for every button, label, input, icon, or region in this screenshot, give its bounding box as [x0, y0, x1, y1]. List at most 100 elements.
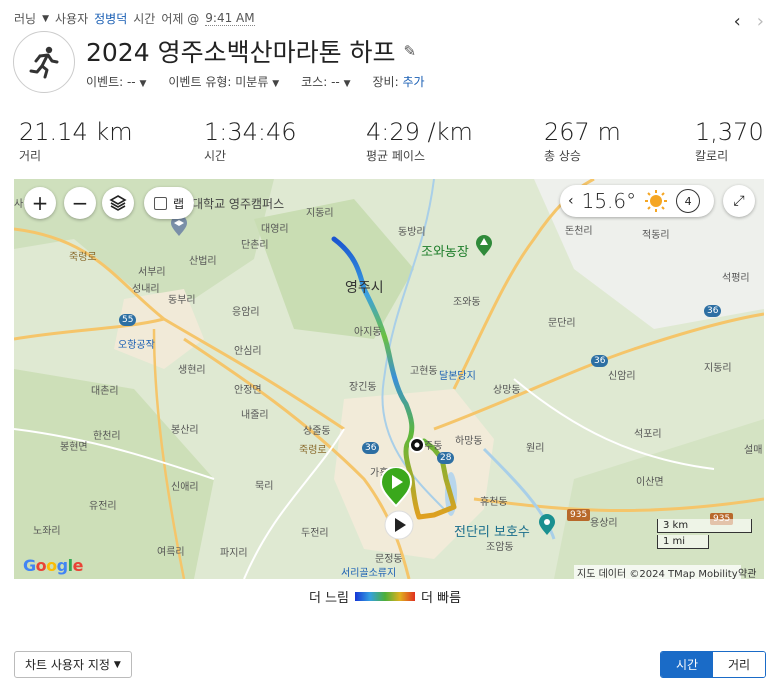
stat-label: 총 상승: [544, 149, 581, 163]
map-label: 신애리: [171, 482, 199, 493]
map-label: 대학교 영주캠퍼스: [192, 197, 285, 211]
map-label: 아지동: [354, 327, 382, 338]
map-terms-link[interactable]: 약관: [738, 565, 756, 579]
chevron-left-icon[interactable]: ‹: [568, 193, 574, 209]
road-shield: 36: [704, 305, 722, 317]
map-label: 서부리: [138, 267, 166, 278]
pencil-icon[interactable]: ✎: [404, 42, 417, 60]
start-marker-icon[interactable]: [379, 467, 413, 507]
chevron-down-icon[interactable]: ▼: [42, 14, 49, 24]
map-label: 동부리: [168, 295, 196, 306]
legend-fast: 더 빠름: [421, 591, 462, 606]
chevron-down-icon: ▼: [343, 79, 351, 89]
course-selector[interactable]: 코스: -- ▼: [301, 73, 350, 90]
map-label: 돈천리: [565, 226, 593, 237]
toggle-distance[interactable]: 거리: [713, 652, 765, 677]
chart-axis-toggle[interactable]: 시간 거리: [660, 651, 766, 678]
activity-navigation: ‹ ›: [734, 11, 764, 32]
attraction-icon[interactable]: [538, 514, 556, 536]
weather-widget[interactable]: ‹ 15.6° 4: [560, 185, 714, 217]
activity-date: 어제 @: [161, 12, 200, 26]
map-label: 문정동: [375, 554, 403, 565]
runner-icon: [29, 46, 59, 79]
lap-checkbox[interactable]: [154, 196, 167, 210]
map-label: 신암리: [608, 371, 636, 382]
chevron-down-icon: ▼: [139, 79, 147, 89]
map-label: 파지리: [220, 548, 248, 559]
map-label: 주동: [424, 441, 443, 452]
user-name-link[interactable]: 정병덕: [94, 10, 127, 27]
user-prefix: 사용자: [55, 12, 89, 26]
stat-calories: 1,370 칼로리: [695, 118, 764, 164]
map-label: 여륵리: [157, 547, 185, 558]
map-label: 동방리: [398, 227, 426, 238]
map-label-city: 영주시: [345, 280, 384, 296]
stats-row: 21.14 km 거리 1:34:46 시간 4:29 /km 평균 페이스 2…: [0, 118, 782, 170]
lap-toggle[interactable]: 랩: [144, 187, 195, 219]
map-label: 한천리: [93, 431, 121, 442]
temperature-value: 15.6°: [581, 189, 637, 213]
lap-label: 랩: [173, 196, 185, 211]
map-label: 단촌리: [241, 240, 269, 251]
map-label: 유전리: [89, 501, 117, 512]
map-label: 노좌리: [33, 526, 61, 537]
play-button-icon[interactable]: [384, 510, 414, 540]
sun-icon: [645, 190, 668, 212]
map-label: 응암리: [232, 307, 260, 318]
layers-icon[interactable]: [102, 187, 134, 219]
map-label: 조와동: [453, 297, 481, 308]
toggle-time[interactable]: 시간: [661, 652, 713, 677]
map-label: 봉산리: [171, 425, 199, 436]
park-icon[interactable]: [475, 235, 493, 257]
activity-type-label[interactable]: 러닝: [14, 10, 36, 27]
map-label: 생현리: [178, 365, 206, 376]
gear-field: 장비: 추가: [372, 75, 425, 89]
finish-marker-icon[interactable]: [409, 437, 425, 453]
map-label: 장긴동: [349, 382, 377, 393]
route-map[interactable]: 사리 대학교 영주캠퍼스 지동리 동방리 조와농장 대영리 단촌리 산법리 서부…: [14, 179, 764, 579]
google-logo: Google: [23, 556, 83, 575]
stat-label: 시간: [204, 149, 227, 163]
time-prefix: 시간: [133, 12, 156, 26]
map-label: 하망동: [455, 436, 483, 447]
road-shield: 935: [567, 509, 591, 521]
map-label: 용상리: [590, 518, 618, 529]
map-label: 내줄리: [241, 410, 269, 421]
customize-chart-button[interactable]: 차트 사용자 지정 ▼: [14, 651, 132, 678]
map-label: 석포리: [634, 429, 662, 440]
event-selector[interactable]: 이벤트: -- ▼: [86, 73, 146, 90]
map-label: 휴천동: [480, 497, 508, 508]
chevron-down-icon: ▼: [272, 79, 280, 89]
stat-distance: 21.14 km 거리: [19, 118, 133, 164]
previous-activity-icon[interactable]: ‹: [734, 11, 741, 32]
map-label: 오항공작: [118, 340, 155, 351]
map-label: 두전리: [301, 528, 329, 539]
customize-chart-label: 차트 사용자 지정: [25, 658, 110, 672]
event-type-selector[interactable]: 이벤트 유형: 미분류 ▼: [168, 73, 279, 90]
stat-value: 1:34:46: [204, 118, 297, 146]
map-label: 대영리: [261, 224, 289, 235]
activity-header-line: 러닝 ▼ 사용자 정병덕 시간 어제 @ 9:41 AM: [14, 10, 255, 27]
zoom-in-button[interactable]: +: [24, 187, 56, 219]
map-label: 서리골소류지: [341, 568, 397, 579]
map-label: 상줄동: [303, 426, 331, 437]
map-label: 죽령로: [299, 445, 327, 456]
activity-title: 2024 영주소백산마라톤 하프 ✎: [86, 33, 416, 69]
legend-slow: 더 느림: [309, 591, 350, 606]
next-activity-icon[interactable]: ›: [757, 11, 764, 32]
fullscreen-icon[interactable]: ⤢: [723, 185, 755, 217]
zoom-out-button[interactable]: −: [64, 187, 96, 219]
road-shield: 36: [591, 355, 609, 367]
scale-km: 3 km: [657, 519, 752, 533]
map-label: 조와농장: [421, 245, 469, 260]
activity-title-text[interactable]: 2024 영주소백산마라톤 하프: [86, 33, 396, 69]
road-shield: 36: [362, 442, 380, 454]
running-activity-icon: [13, 31, 75, 93]
stat-elevation-gain: 267 m 총 상승: [544, 118, 621, 164]
stat-label: 평균 페이스: [366, 149, 426, 163]
activity-meta-row: 이벤트: -- ▼ 이벤트 유형: 미분류 ▼ 코스: -- ▼ 장비: 추가: [86, 73, 425, 90]
map-label: 안정면: [234, 385, 262, 396]
add-gear-link[interactable]: 추가: [402, 75, 424, 89]
map-label: 문단리: [548, 318, 576, 329]
map-label: 달본당지: [439, 371, 476, 382]
